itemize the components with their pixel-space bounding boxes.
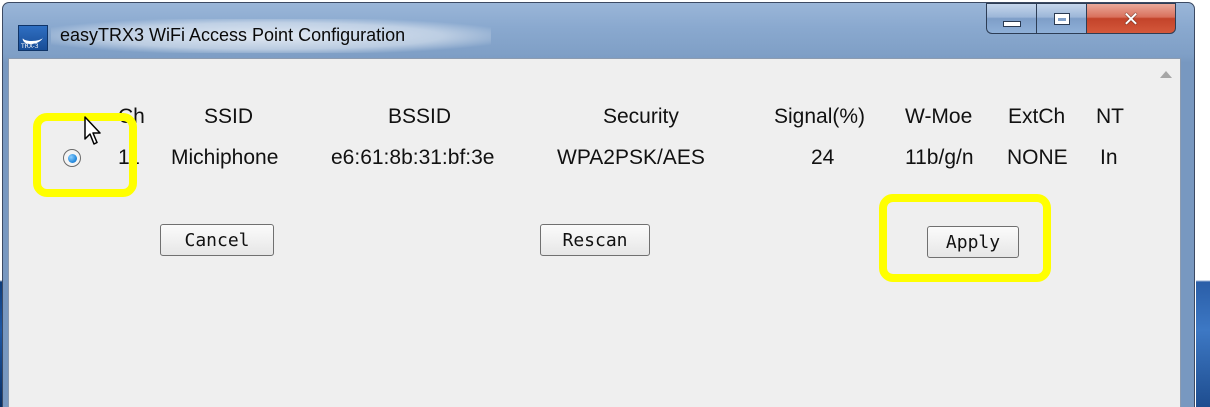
- cell-security: WPA2PSK/AES: [557, 146, 705, 169]
- cell-bssid: e6:61:8b:31:bf:3e: [331, 146, 495, 169]
- header-nt: NT: [1096, 105, 1124, 128]
- caption-buttons: ✕: [986, 3, 1194, 35]
- highlight-apply-annotation: [879, 194, 1051, 282]
- cell-extch: NONE: [1007, 146, 1068, 169]
- app-icon-label: TRX-3: [21, 43, 39, 50]
- header-extch: ExtCh: [1008, 105, 1066, 128]
- app-icon[interactable]: TRX-3: [18, 25, 48, 51]
- header-security: Security: [603, 105, 679, 128]
- cancel-button[interactable]: Cancel: [160, 224, 274, 256]
- cell-ssid: Michiphone: [171, 146, 279, 169]
- title-bar[interactable]: TRX-3 easyTRX3 WiFi Access Point Configu…: [3, 3, 1194, 61]
- scroll-up-icon[interactable]: [1160, 71, 1172, 78]
- maximize-button[interactable]: [1036, 3, 1086, 34]
- window-title: easyTRX3 WiFi Access Point Configuration: [60, 25, 406, 45]
- maximize-icon: [1053, 12, 1070, 25]
- cell-wmode: 11b/g/n: [905, 146, 974, 169]
- rescan-button[interactable]: Rescan: [540, 224, 650, 256]
- minimize-icon: [1002, 20, 1021, 27]
- mouse-cursor-icon: [84, 116, 101, 145]
- header-wmode: W-Moe: [905, 105, 973, 128]
- minimize-button[interactable]: [986, 3, 1036, 34]
- close-button[interactable]: ✕: [1086, 3, 1176, 34]
- close-icon: ✕: [1122, 6, 1140, 31]
- header-bssid: BSSID: [388, 105, 452, 128]
- header-ssid: SSID: [204, 105, 254, 128]
- cell-signal: 24: [811, 146, 835, 169]
- header-signal: Signal(%): [774, 105, 866, 128]
- cell-nt: In: [1100, 146, 1118, 169]
- desktop-background-right: [1196, 0, 1210, 407]
